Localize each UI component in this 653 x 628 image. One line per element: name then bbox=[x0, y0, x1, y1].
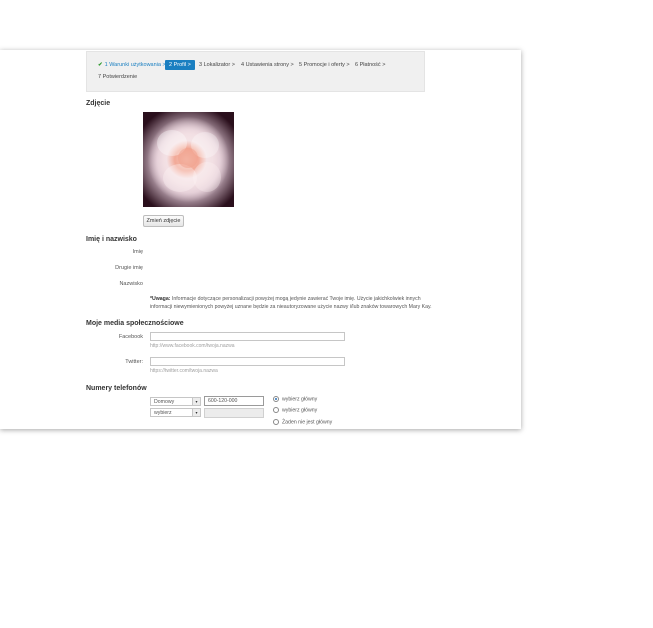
step-payment[interactable]: 6 Płatność > bbox=[355, 62, 385, 68]
phone-type-select-2[interactable]: wybierz ▾ bbox=[150, 408, 201, 417]
radio-selected-icon bbox=[273, 396, 279, 402]
phone-type-value-1: Domowy bbox=[154, 399, 175, 405]
facebook-input[interactable] bbox=[150, 332, 345, 341]
twitter-input[interactable] bbox=[150, 357, 345, 366]
checkmark-icon: ✔ bbox=[98, 62, 103, 68]
twitter-hint: https://twitter.com/twoja.nazwa bbox=[150, 368, 218, 374]
phone-number-input-1[interactable]: 600-120-000 bbox=[204, 396, 264, 406]
step-terms-label: 1 Warunki użytkowania > bbox=[104, 62, 166, 68]
primary-radio-2-label: wybierz główny bbox=[282, 407, 318, 414]
first-name-label: Imię bbox=[132, 249, 143, 255]
social-section-title: Moje media społecznościowe bbox=[86, 320, 184, 327]
phone-number-input-2[interactable] bbox=[204, 408, 264, 418]
middle-name-label: Drugie imię bbox=[115, 265, 143, 271]
facebook-hint: http://www.facebook.com/twoja.nazwa bbox=[150, 343, 235, 349]
last-name-label: Nazwisko bbox=[119, 281, 143, 287]
no-primary-radio[interactable]: Żaden nie jest główny bbox=[273, 419, 332, 425]
radio-icon bbox=[273, 419, 279, 425]
primary-radio-1-label: wybierz główny bbox=[282, 396, 318, 403]
dropdown-arrow-icon: ▾ bbox=[192, 398, 200, 405]
twitter-label: Twitter: bbox=[125, 359, 143, 365]
step-page-settings[interactable]: 4 Ustawienia strony > bbox=[241, 62, 294, 68]
phone-type-select-1[interactable]: Domowy ▾ bbox=[150, 397, 201, 406]
note-label: *Uwaga: bbox=[150, 296, 171, 302]
profile-photo bbox=[143, 112, 234, 207]
facebook-label: Facebook bbox=[118, 334, 143, 340]
dropdown-arrow-icon: ▾ bbox=[192, 409, 200, 416]
phone-type-value-2: wybierz bbox=[154, 410, 172, 416]
name-section-title: Imię i nazwisko bbox=[86, 236, 137, 243]
no-primary-radio-label: Żaden nie jest główny bbox=[282, 419, 333, 426]
name-note: *Uwaga: Informacje dotyczące personaliza… bbox=[150, 296, 440, 311]
primary-radio-1[interactable]: wybierz główny bbox=[273, 396, 317, 402]
step-locator[interactable]: 3 Lokalizator > bbox=[199, 62, 235, 68]
step-profile[interactable]: 2 Profil > bbox=[165, 60, 195, 70]
note-text: Informacje dotyczące personalizacji powy… bbox=[150, 296, 432, 310]
photo-section-title: Zdjęcie bbox=[86, 100, 111, 107]
wizard-steps: ✔ 1 Warunki użytkowania > 2 Profil > 3 Lo… bbox=[86, 51, 425, 92]
step-confirmation[interactable]: 7 Potwierdzenie bbox=[98, 74, 137, 80]
step-terms[interactable]: ✔ 1 Warunki użytkowania > bbox=[98, 62, 166, 68]
step-promotions[interactable]: 5 Promocje i oferty > bbox=[299, 62, 350, 68]
radio-icon bbox=[273, 407, 279, 413]
primary-radio-2[interactable]: wybierz główny bbox=[273, 407, 317, 413]
change-photo-button[interactable]: Zmień zdjęcie bbox=[143, 215, 184, 227]
profile-card: ✔ 1 Warunki użytkowania > 2 Profil > 3 Lo… bbox=[0, 50, 521, 429]
phones-section-title: Numery telefonów bbox=[86, 385, 147, 392]
